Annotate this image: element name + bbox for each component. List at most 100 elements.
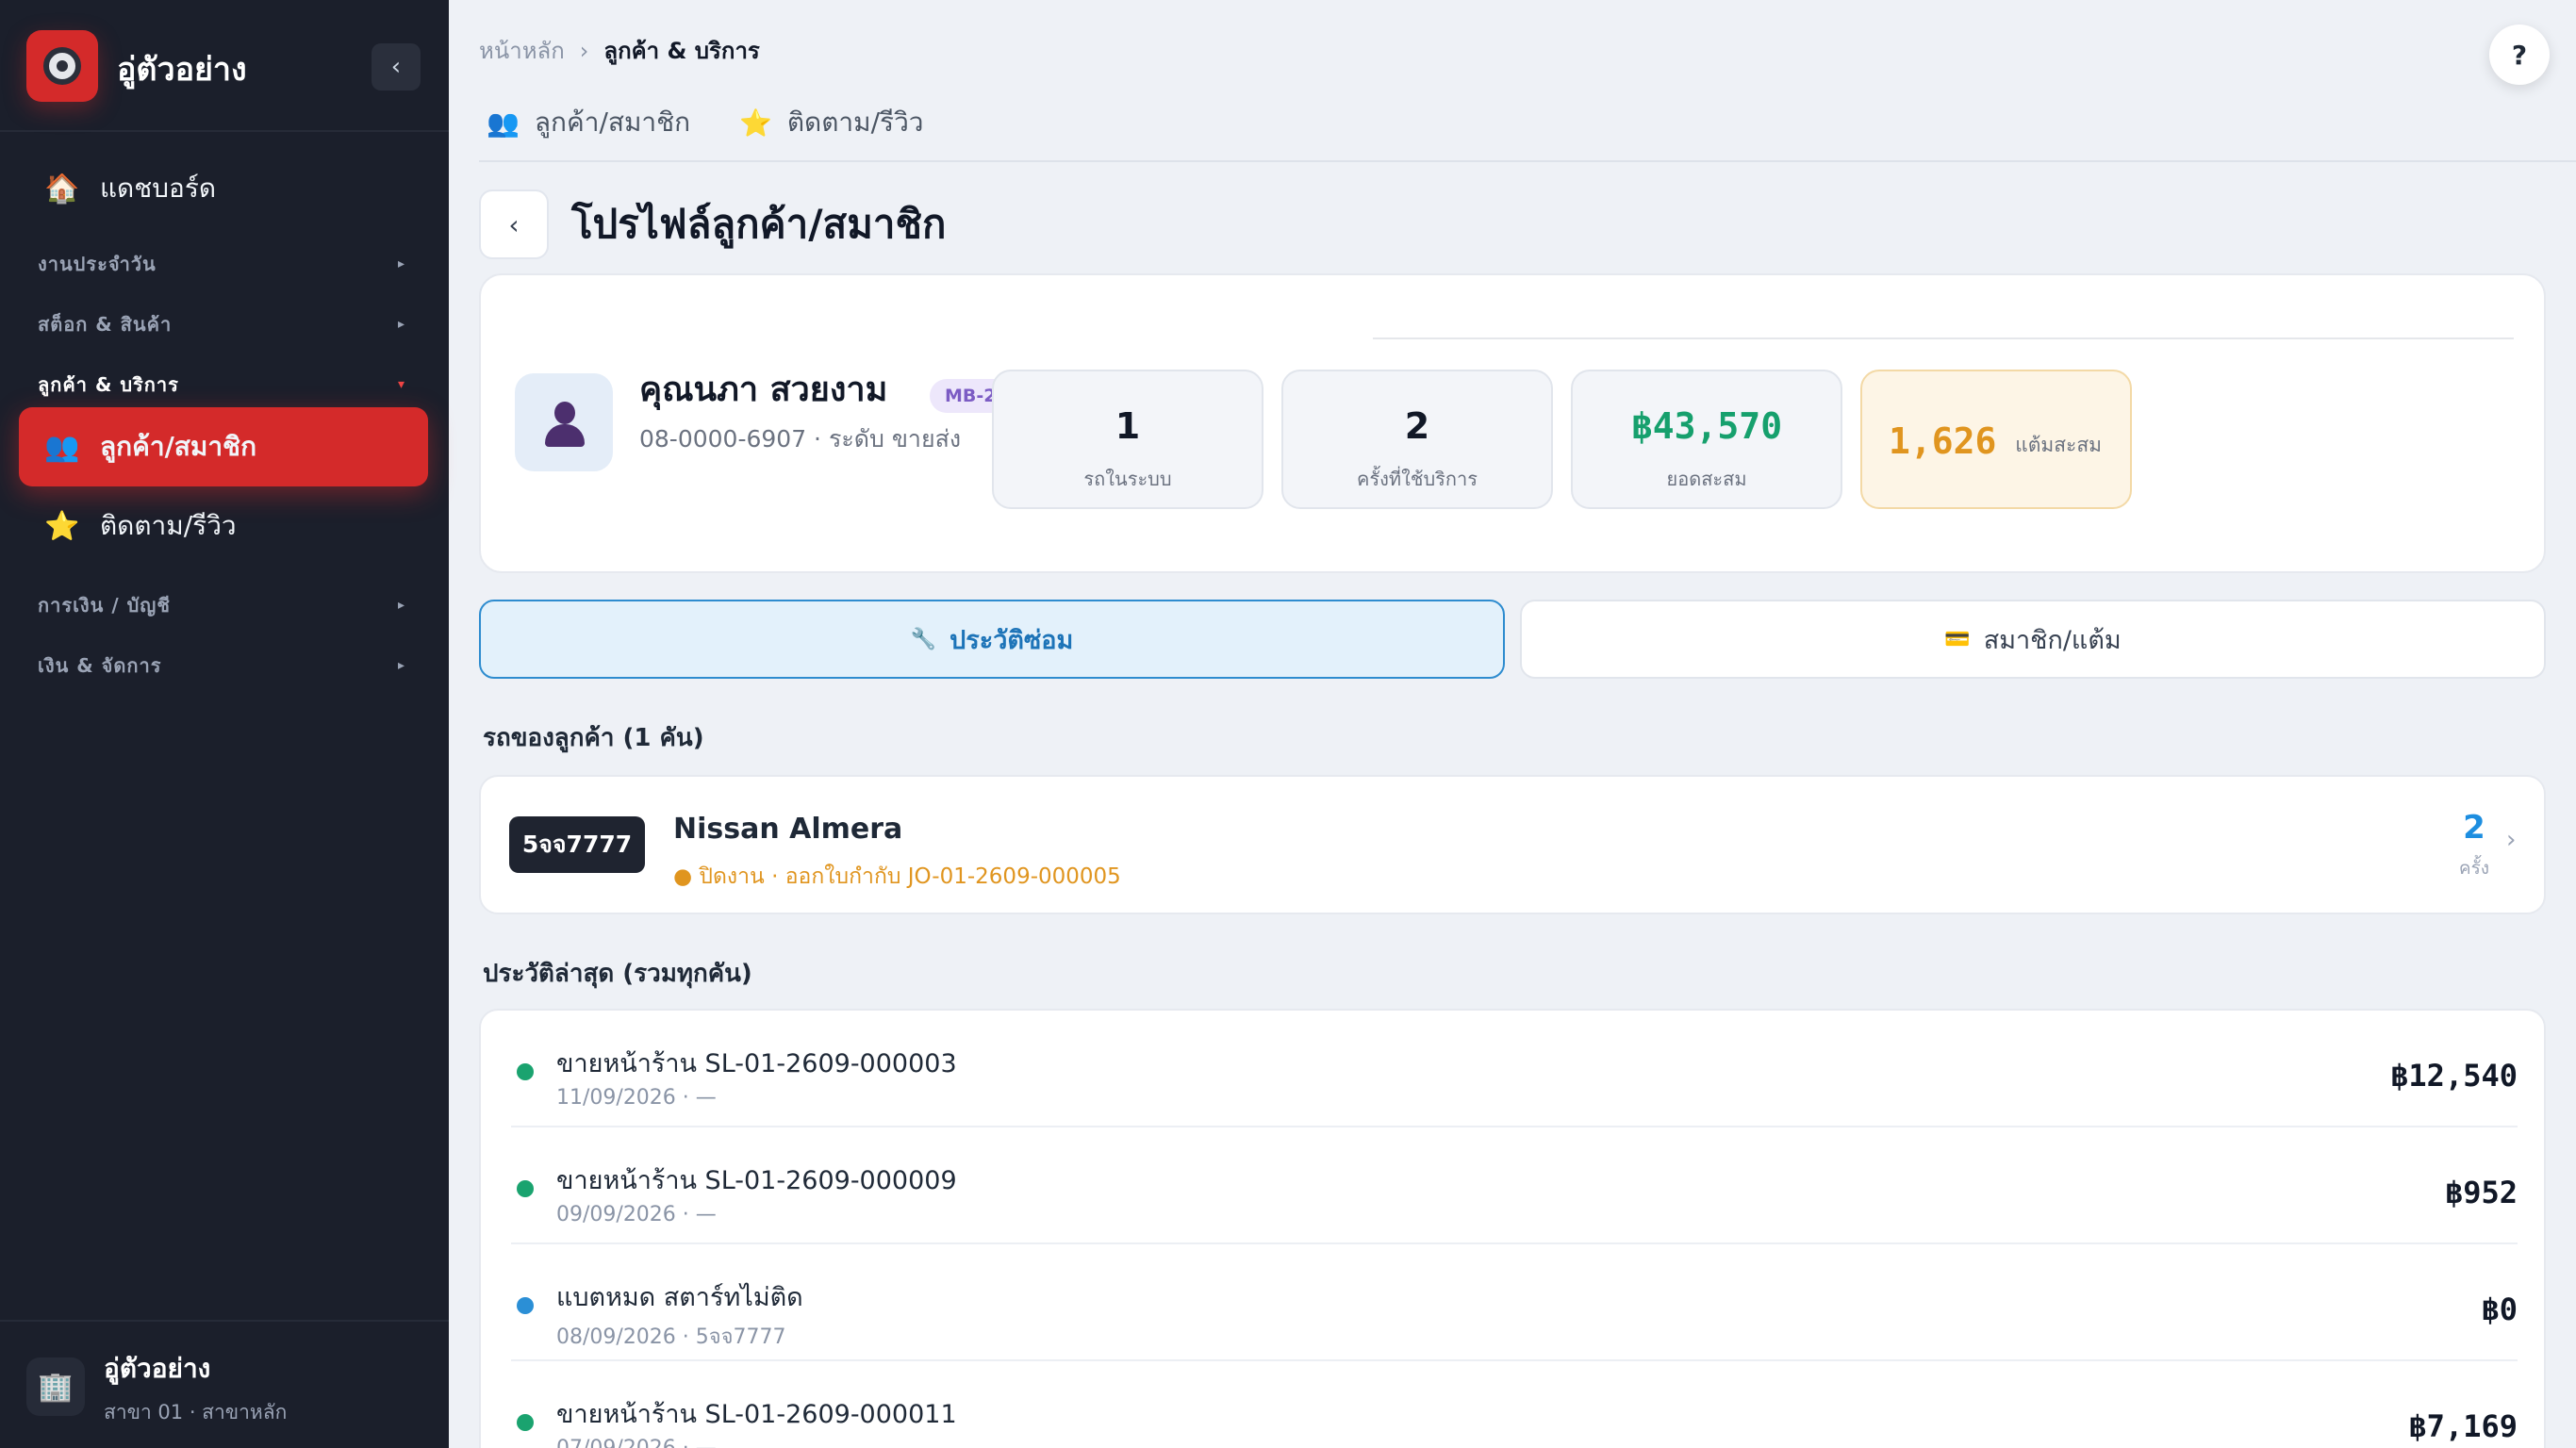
history-amount: ฿952 bbox=[2444, 1175, 2518, 1210]
branch-switcher[interactable]: 🏢 อู่ตัวอย่าง สาขา 01 · สาขาหลัก bbox=[0, 1320, 449, 1448]
breadcrumb: หน้าหลัก › ลูกค้า & บริการ bbox=[479, 32, 760, 69]
tab-customers[interactable]: 👥 ลูกค้า/สมาชิก bbox=[487, 100, 690, 145]
stat-value: ฿43,570 bbox=[1630, 405, 1783, 447]
stat-label: รถในระบบ bbox=[1083, 468, 1172, 490]
history-amount: ฿12,540 bbox=[2390, 1058, 2518, 1094]
star-icon: ⭐ bbox=[44, 509, 80, 543]
section-label: ลูกค้า & บริการ bbox=[38, 373, 179, 396]
stat-value: 1 bbox=[1115, 405, 1141, 447]
car-status: ● ปิดงาน · ออกใบกำกับ JO-01-2609-000005 bbox=[673, 864, 1121, 889]
sidebar-section-finance[interactable]: การเงิน / บัญชี ▸ bbox=[38, 586, 405, 624]
sidebar-item-followup[interactable]: ⭐ ติดตาม/รีวิว bbox=[19, 486, 428, 566]
stat-label: ครั้งที่ใช้บริการ bbox=[1357, 468, 1478, 490]
sidebar-collapse-button[interactable]: ‹ bbox=[372, 43, 421, 90]
sidebar-item-label: ลูกค้า/สมาชิก bbox=[100, 431, 257, 462]
service-count-unit: ครั้ง bbox=[2458, 858, 2490, 879]
section-label: สต็อก & สินค้า bbox=[38, 313, 173, 336]
main-content: หน้าหลัก › ลูกค้า & บริการ ? 👥 ลูกค้า/สม… bbox=[449, 0, 2576, 1448]
stat-value: 1,626 bbox=[1889, 420, 1997, 462]
profile-card: คุณนภา สวยงาม MB-2569-0005 08-0000-6907 … bbox=[479, 273, 2546, 573]
users-icon: 👥 bbox=[44, 430, 80, 464]
history-meta: 07/09/2026 · — bbox=[556, 1437, 717, 1448]
sidebar-item-customers[interactable]: 👥 ลูกค้า/สมาชิก bbox=[19, 407, 428, 486]
history-title: ขายหน้าร้าน SL-01-2609-000003 bbox=[556, 1049, 957, 1078]
list-item[interactable]: ขายหน้าร้าน SL-01-2609-000003 11/09/2026… bbox=[511, 1011, 2518, 1127]
car-model: Nissan Almera bbox=[673, 813, 903, 846]
customer-name: คุณนภา สวยงาม bbox=[639, 370, 888, 409]
history-amount: ฿7,169 bbox=[2408, 1408, 2518, 1444]
page-header: ‹ โปรไฟล์ลูกค้า/สมาชิก bbox=[479, 189, 946, 260]
status-dot bbox=[517, 1180, 534, 1197]
list-item[interactable]: ขายหน้าร้าน SL-01-2609-000009 09/09/2026… bbox=[511, 1127, 2518, 1244]
section-label: การเงิน / บัญชี bbox=[38, 594, 171, 617]
stat-label: แต้มสะสม bbox=[2015, 434, 2102, 456]
tab-label: ลูกค้า/สมาชิก bbox=[534, 107, 691, 138]
stat-points: 1,626 แต้มสะสม bbox=[1860, 370, 2132, 509]
avatar-person-icon bbox=[515, 373, 613, 471]
branch-sub: สาขา 01 · สาขาหลัก bbox=[104, 1401, 288, 1423]
caret-down-icon: ▾ bbox=[397, 377, 405, 392]
branch-name: อู่ตัวอย่าง bbox=[104, 1353, 211, 1384]
sidebar-section-daily[interactable]: งานประจำวัน ▸ bbox=[38, 245, 405, 283]
history-section-title: ประวัติล่าสุด (รวมทุกคัน) bbox=[483, 960, 752, 988]
stat-value: 2 bbox=[1404, 405, 1430, 447]
section-label: งานประจำวัน bbox=[38, 253, 157, 275]
back-button[interactable]: ‹ bbox=[479, 189, 549, 259]
list-item[interactable]: ขายหน้าร้าน SL-01-2609-000011 07/09/2026… bbox=[511, 1361, 2518, 1448]
section-label: เงิน & จัดการ bbox=[38, 654, 162, 677]
stat-visits: 2 ครั้งที่ใช้บริการ bbox=[1281, 370, 1553, 509]
breadcrumb-current: ลูกค้า & บริการ bbox=[603, 38, 760, 64]
divider bbox=[1373, 337, 2514, 339]
history-meta: 11/09/2026 · — bbox=[556, 1086, 717, 1110]
stat-cars: 1 รถในระบบ bbox=[992, 370, 1263, 509]
tab-membership-points[interactable]: 💳 สมาชิก/แต้ม bbox=[1520, 600, 2546, 679]
status-dot bbox=[517, 1297, 534, 1314]
car-card[interactable]: 5จจ7777 Nissan Almera ● ปิดงาน · ออกใบกำ… bbox=[479, 775, 2546, 914]
cars-section-title: รถของลูกค้า (1 คัน) bbox=[483, 724, 704, 752]
history-meta: 08/09/2026 · 5จจ7777 bbox=[556, 1325, 786, 1349]
stat-label: ยอดสะสม bbox=[1666, 468, 1747, 490]
users-icon: 👥 bbox=[487, 107, 520, 139]
service-count: 2 bbox=[2463, 809, 2485, 847]
brand-name: อู่ตัวอย่าง bbox=[117, 51, 247, 89]
sidebar-item-label: แดชบอร์ด bbox=[100, 173, 217, 204]
tab-label: สมาชิก/แต้ม bbox=[1983, 625, 2122, 655]
sidebar-section-stock[interactable]: สต็อก & สินค้า ▸ bbox=[38, 305, 405, 343]
history-amount: ฿0 bbox=[2481, 1292, 2518, 1327]
star-icon: ⭐ bbox=[739, 107, 772, 139]
tab-repair-history[interactable]: 🔧 ประวัติซ่อม bbox=[479, 600, 1505, 679]
history-title: แบตหมด สตาร์ทไม่ติด bbox=[556, 1283, 803, 1312]
sidebar-item-dashboard[interactable]: 🏠 แดชบอร์ด bbox=[19, 149, 428, 228]
sidebar: อู่ตัวอย่าง ‹ 🏠 แดชบอร์ด งานประจำวัน ▸ ส… bbox=[0, 0, 449, 1448]
breadcrumb-home[interactable]: หน้าหลัก bbox=[479, 32, 565, 69]
sidebar-section-money[interactable]: เงิน & จัดการ ▸ bbox=[38, 647, 405, 684]
caret-right-icon: ▸ bbox=[397, 317, 405, 332]
caret-right-icon: ▸ bbox=[397, 658, 405, 673]
card-icon: 💳 bbox=[1944, 627, 1971, 651]
top-tabs: 👥 ลูกค้า/สมาชิก ⭐ ติดตาม/รีวิว bbox=[479, 90, 2576, 162]
list-item[interactable]: แบตหมด สตาร์ทไม่ติด 08/09/2026 · 5จจ7777… bbox=[511, 1244, 2518, 1361]
history-title: ขายหน้าร้าน SL-01-2609-000009 bbox=[556, 1166, 957, 1195]
tab-label: ติดตาม/รีวิว bbox=[786, 107, 924, 138]
license-plate: 5จจ7777 bbox=[509, 816, 645, 873]
history-title: ขายหน้าร้าน SL-01-2609-000011 bbox=[556, 1400, 957, 1429]
wheel-logo-icon bbox=[26, 30, 98, 102]
caret-right-icon: ▸ bbox=[397, 256, 405, 272]
divider bbox=[0, 130, 449, 132]
breadcrumb-separator-icon: › bbox=[579, 37, 589, 64]
wrench-icon: 🔧 bbox=[910, 627, 937, 651]
tab-label: ประวัติซ่อม bbox=[949, 625, 1074, 655]
status-dot bbox=[517, 1063, 534, 1080]
stat-total-spend: ฿43,570 ยอดสะสม bbox=[1571, 370, 1842, 509]
help-button[interactable]: ? bbox=[2489, 25, 2550, 85]
tab-followup[interactable]: ⭐ ติดตาม/รีวิว bbox=[739, 100, 924, 145]
caret-right-icon: ▸ bbox=[397, 598, 405, 613]
customer-contact: 08-0000-6907 · ระดับ ขายส่ง bbox=[639, 425, 962, 452]
chevron-right-icon: › bbox=[2506, 826, 2517, 854]
status-dot bbox=[517, 1414, 534, 1431]
sidebar-item-label: ติดตาม/รีวิว bbox=[100, 510, 237, 541]
history-list: ขายหน้าร้าน SL-01-2609-000003 11/09/2026… bbox=[479, 1009, 2546, 1448]
building-icon: 🏢 bbox=[26, 1358, 85, 1416]
brand: อู่ตัวอย่าง ‹ bbox=[26, 28, 422, 102]
sidebar-section-customer-service[interactable]: ลูกค้า & บริการ ▾ bbox=[38, 366, 405, 403]
